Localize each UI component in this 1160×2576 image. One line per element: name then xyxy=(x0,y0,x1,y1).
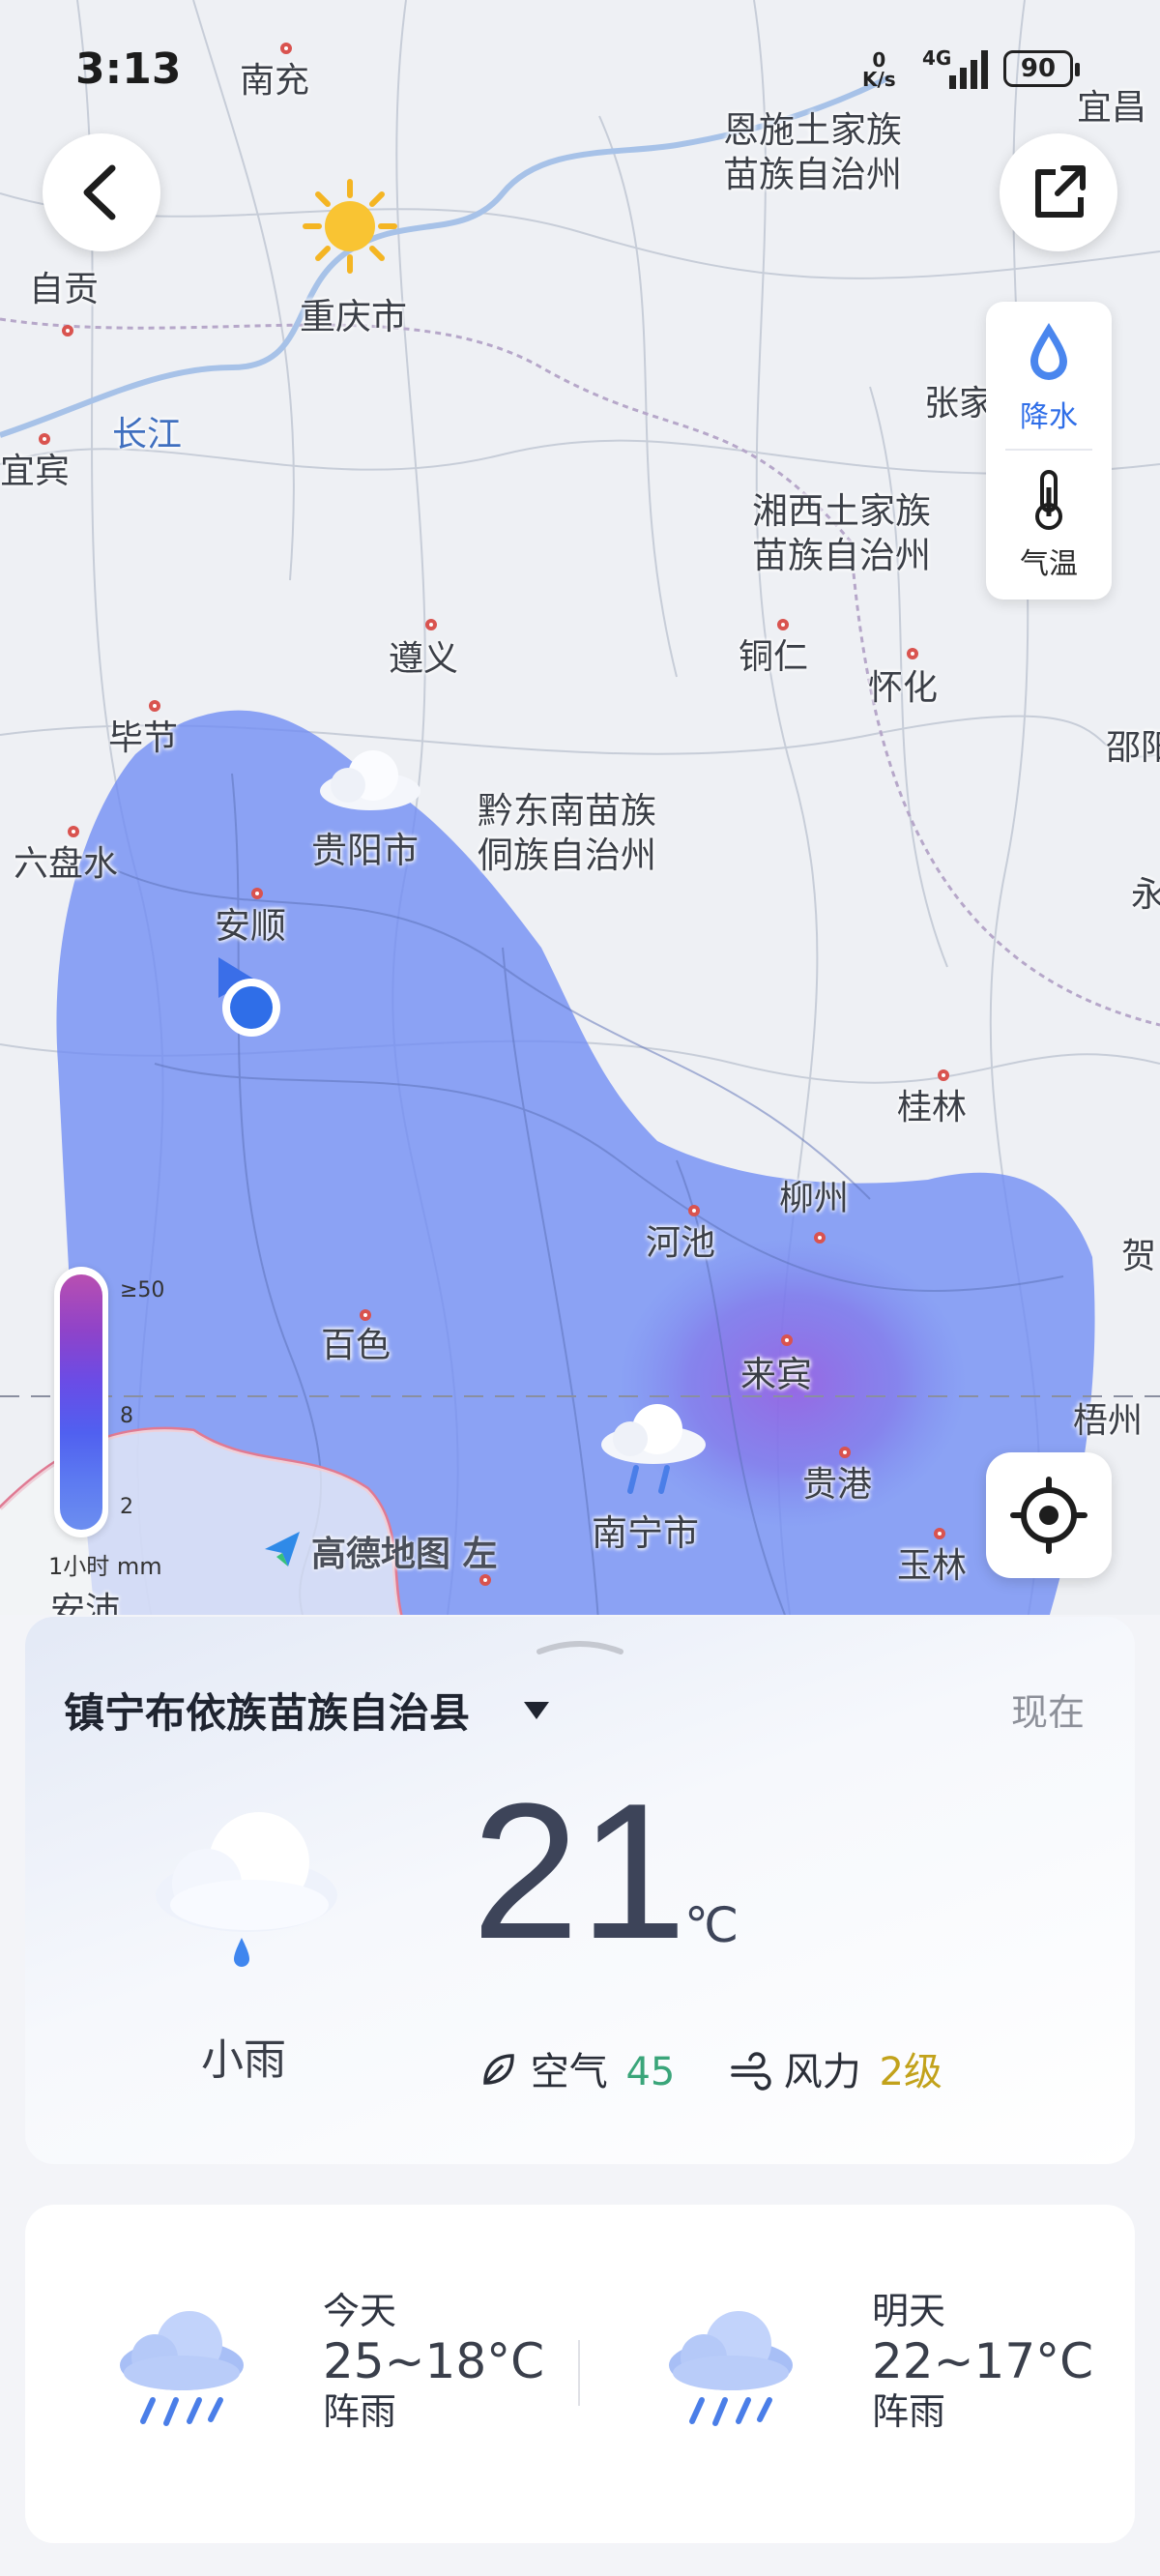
city-label: 宜宾 xyxy=(0,452,71,491)
status-bar: 3:13 0 K/s 4G 90 xyxy=(0,0,1160,126)
city-dot xyxy=(360,1309,371,1321)
city-label: 柳州 xyxy=(779,1179,850,1218)
dropdown-caret-icon[interactable] xyxy=(522,1700,551,1721)
share-button[interactable] xyxy=(1000,133,1117,251)
city-label: 贵港 xyxy=(802,1465,873,1505)
back-button[interactable] xyxy=(43,133,160,251)
layer-temperature[interactable]: 气温 xyxy=(986,468,1112,582)
city-label: 桂林 xyxy=(897,1088,968,1127)
rain-cloud-icon xyxy=(669,2311,793,2426)
city-dot xyxy=(781,1334,793,1346)
temperature-unit: ℃ xyxy=(684,1897,740,1953)
city-label: 来宾 xyxy=(740,1354,812,1395)
city-label: 永 xyxy=(1131,875,1160,915)
air-quality-value: 45 xyxy=(625,2050,676,2094)
weather-map[interactable]: 南充 恩施土家族 苗族自治州 宜昌 重庆市 自贡 长江 宜宾 张家 湘西土家族 … xyxy=(0,0,1160,1634)
sheet-handle-icon[interactable] xyxy=(534,1634,626,1655)
forecast-day-label: 今天 xyxy=(323,2290,397,2332)
city-label: 河池 xyxy=(646,1223,716,1263)
city-dot xyxy=(149,700,160,712)
city-label: 玉林 xyxy=(897,1546,968,1586)
map-layer-panel: 降水 气温 xyxy=(986,302,1112,600)
city-dot xyxy=(777,619,789,630)
wind-level[interactable]: 风力 2级 xyxy=(729,2040,942,2096)
city-dot xyxy=(425,619,437,630)
city-label: 贺 xyxy=(1121,1237,1157,1276)
city-dot xyxy=(907,648,918,659)
amap-logo-icon xyxy=(265,1532,300,1566)
precipitation-legend xyxy=(54,1267,108,1537)
wind-level-value: 2级 xyxy=(879,2050,942,2094)
water-drop-icon xyxy=(1030,323,1067,380)
sun-icon xyxy=(303,179,397,274)
location-name[interactable]: 镇宁布依族苗族自治县 xyxy=(64,1681,470,1740)
network-type: 4G xyxy=(922,46,952,70)
legend-max-label: ≥50 xyxy=(120,1278,165,1303)
city-dot xyxy=(251,888,263,899)
city-label: 自贡 xyxy=(29,270,100,309)
city-label: 六盘水 xyxy=(14,844,119,884)
rain-cloud-icon xyxy=(120,2311,244,2426)
city-dot xyxy=(814,1232,826,1244)
legend-mid-label: 8 xyxy=(120,1404,133,1428)
river-label: 长江 xyxy=(112,415,183,454)
legend-min-label: 2 xyxy=(120,1495,133,1519)
wind-icon xyxy=(731,2052,771,2091)
city-label: 铜仁 xyxy=(739,637,809,677)
city-dot xyxy=(39,433,50,445)
current-condition: 小雨 xyxy=(201,2035,286,2085)
legend-gradient xyxy=(60,1274,102,1530)
city-label: 邵阳 xyxy=(1106,728,1160,768)
locate-button[interactable] xyxy=(986,1452,1112,1578)
chevron-left-icon xyxy=(83,164,116,220)
net-speed: 0 K/s xyxy=(862,48,896,91)
city-label: 重庆市 xyxy=(300,296,407,337)
leaf-icon xyxy=(483,2054,514,2085)
location-marker-icon xyxy=(218,957,280,1037)
city-label: 梧州 xyxy=(1073,1401,1144,1441)
city-dot xyxy=(938,1069,949,1081)
city-label: 遵义 xyxy=(389,639,459,679)
thermometer-icon xyxy=(1035,470,1062,530)
forecast-temp-range: 25~18°C xyxy=(323,2333,545,2389)
forecast-divider xyxy=(578,2340,580,2406)
layer-precipitation[interactable]: 降水 xyxy=(986,319,1112,435)
clock: 3:13 xyxy=(75,44,182,94)
battery-icon: 90 xyxy=(1003,50,1080,87)
city-label: 南宁市 xyxy=(592,1512,699,1554)
city-dot xyxy=(62,325,73,337)
city-label: 贵阳市 xyxy=(311,830,419,871)
light-rain-icon xyxy=(156,1812,337,1967)
city-label: 黔东南苗族 侗族自治州 xyxy=(478,790,656,876)
city-label: 湘西土家族 苗族自治州 xyxy=(752,490,931,576)
forecast-condition: 阵雨 xyxy=(872,2390,946,2433)
forecast-day-label: 明天 xyxy=(872,2290,946,2332)
map-watermark: 高德地图 左 xyxy=(311,1535,498,1574)
city-dot xyxy=(68,826,79,837)
city-dot xyxy=(839,1447,851,1458)
signal-icon xyxy=(949,50,988,89)
city-dot xyxy=(688,1205,700,1216)
rain-cloud-icon xyxy=(601,1404,706,1494)
city-label: 张家 xyxy=(924,384,995,424)
city-label: 怀化 xyxy=(868,668,939,708)
share-icon xyxy=(1035,165,1086,218)
forecast-temp-range: 22~17°C xyxy=(872,2333,1094,2389)
city-label: 百色 xyxy=(321,1326,392,1365)
air-quality[interactable]: 空气 45 xyxy=(478,2040,675,2096)
time-label: 现在 xyxy=(1011,1691,1086,1734)
city-dot xyxy=(934,1528,945,1539)
cloud-icon xyxy=(320,750,420,810)
legend-unit: 1小时 mm xyxy=(48,1553,162,1580)
forecast-tomorrow: 明天 22~17°C 阵雨 xyxy=(872,2286,1093,2437)
city-label: 毕节 xyxy=(108,718,179,758)
city-label: 安顺 xyxy=(215,905,286,947)
forecast-today: 今天 25~18°C 阵雨 xyxy=(323,2286,544,2437)
crosshair-icon xyxy=(1010,1477,1088,1554)
forecast-condition: 阵雨 xyxy=(323,2390,397,2433)
current-temperature: 21 xyxy=(472,1764,687,1979)
